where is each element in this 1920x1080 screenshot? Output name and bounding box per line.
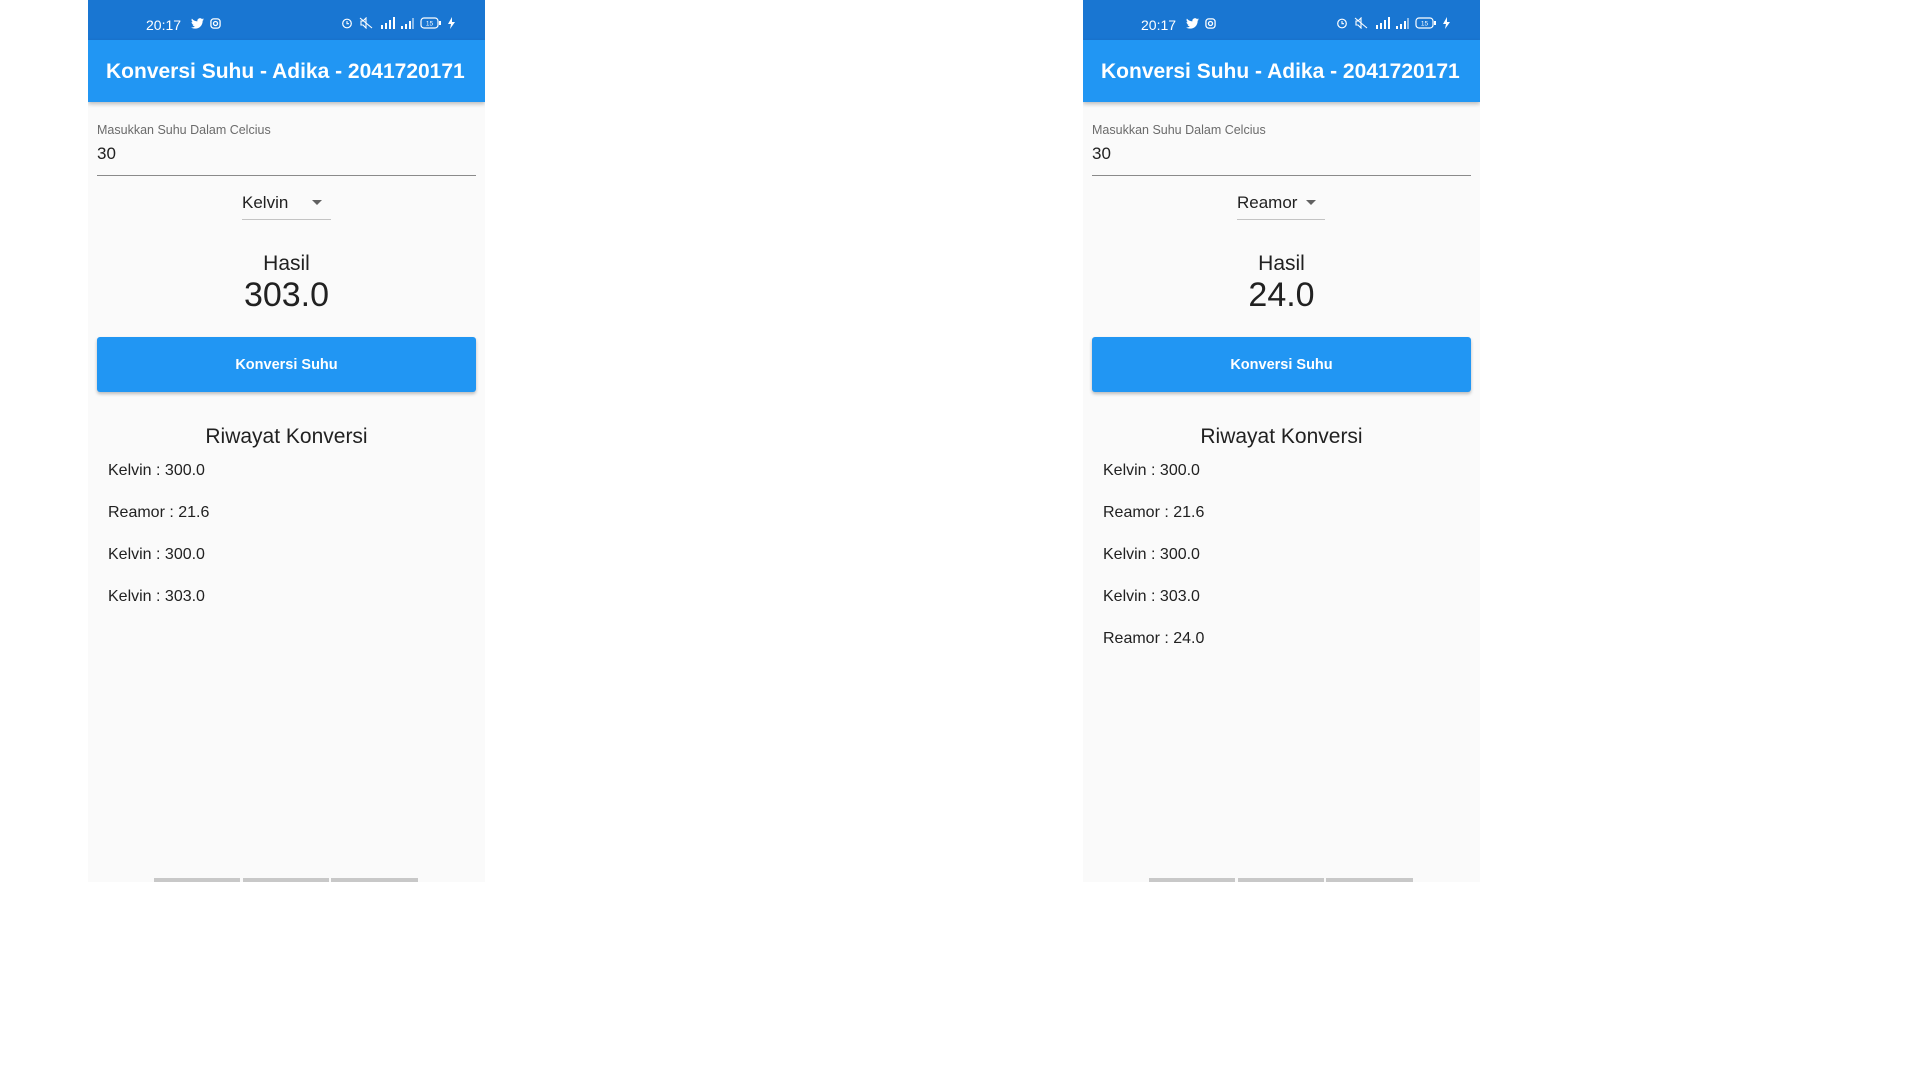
- instagram-icon: [1205, 18, 1216, 29]
- dropdown-arrow-icon: [1306, 200, 1316, 205]
- phone-screen-reamor: 20:17 15 Konversi Suhu - Adika - 2041720…: [1083, 0, 1480, 882]
- history-item: Reamor : 21.6: [1103, 504, 1205, 521]
- dropdown-arrow-icon: [312, 200, 322, 205]
- result-label: Hasil: [263, 252, 310, 275]
- history-item: Kelvin : 300.0: [1103, 546, 1200, 563]
- app-title: Konversi Suhu - Adika - 2041720171: [106, 60, 465, 83]
- scroll-indicator: [1238, 878, 1324, 882]
- history-title: Riwayat Konversi: [1200, 425, 1363, 448]
- twitter-icon: [191, 18, 204, 29]
- history-item: Reamor : 21.6: [108, 504, 210, 521]
- scroll-indicator: [154, 878, 240, 882]
- scroll-indicator: [331, 878, 418, 882]
- twitter-icon: [1186, 18, 1199, 29]
- convert-button[interactable]: Konversi Suhu: [1092, 337, 1471, 392]
- status-time: 20:17: [146, 17, 182, 33]
- app-bar: Konversi Suhu - Adika - 2041720171: [1083, 40, 1480, 102]
- app-bar: Konversi Suhu - Adika - 2041720171: [88, 40, 485, 102]
- mute-icon: [359, 17, 373, 29]
- unit-dropdown-value: Reamor: [1237, 193, 1298, 212]
- status-bar: 20:17 15: [88, 0, 485, 40]
- celsius-input-underline: [97, 175, 476, 176]
- result-label: Hasil: [1258, 252, 1305, 275]
- celsius-input[interactable]: [97, 141, 476, 167]
- celsius-field-label: Masukkan Suhu Dalam Celcius: [97, 123, 271, 137]
- celsius-field-label: Masukkan Suhu Dalam Celcius: [1092, 123, 1266, 137]
- scroll-indicator: [243, 878, 329, 882]
- phone-screen-kelvin: 20:17 15 Konversi Suhu - Adika - 2041720…: [88, 0, 485, 882]
- dropdown-underline: [1237, 219, 1325, 220]
- history-item: Kelvin : 300.0: [108, 546, 205, 563]
- alarm-icon: [1336, 17, 1348, 29]
- history-list: Kelvin : 300.0 Reamor : 21.6 Kelvin : 30…: [1103, 461, 1204, 671]
- history-item: Kelvin : 303.0: [108, 588, 205, 605]
- scroll-indicator: [1326, 878, 1413, 882]
- history-list: Kelvin : 300.0 Reamor : 21.6 Kelvin : 30…: [108, 461, 209, 629]
- app-title: Konversi Suhu - Adika - 2041720171: [1101, 60, 1460, 83]
- signal-4g-icon: [1374, 17, 1390, 29]
- result-value: 303.0: [243, 276, 330, 314]
- signal-4g-icon: [379, 17, 395, 29]
- status-time: 20:17: [1141, 17, 1177, 33]
- history-item: Kelvin : 303.0: [1103, 588, 1200, 605]
- history-item: Kelvin : 300.0: [1103, 462, 1200, 479]
- battery-level: 15: [1421, 21, 1429, 28]
- history-item: Kelvin : 300.0: [108, 462, 205, 479]
- unit-dropdown[interactable]: Kelvin: [242, 190, 331, 220]
- signal-icon: [1396, 17, 1409, 29]
- scroll-indicator: [1149, 878, 1235, 882]
- celsius-input-underline: [1092, 175, 1471, 176]
- mute-icon: [1354, 17, 1368, 29]
- charging-icon: [1443, 17, 1450, 29]
- result-value: 24.0: [1248, 276, 1315, 314]
- alarm-icon: [341, 17, 353, 29]
- unit-dropdown-value: Kelvin: [242, 193, 289, 212]
- battery-level: 15: [426, 21, 434, 28]
- charging-icon: [448, 17, 455, 29]
- history-item: Reamor : 24.0: [1103, 630, 1205, 647]
- instagram-icon: [210, 18, 221, 29]
- status-bar: 20:17 15: [1083, 0, 1480, 40]
- battery-icon: 15: [1415, 17, 1437, 29]
- unit-dropdown[interactable]: Reamor: [1237, 190, 1325, 220]
- dropdown-underline: [242, 219, 331, 220]
- signal-icon: [401, 17, 414, 29]
- battery-icon: 15: [420, 17, 442, 29]
- convert-button[interactable]: Konversi Suhu: [97, 337, 476, 392]
- history-title: Riwayat Konversi: [205, 425, 368, 448]
- celsius-input[interactable]: [1092, 141, 1471, 167]
